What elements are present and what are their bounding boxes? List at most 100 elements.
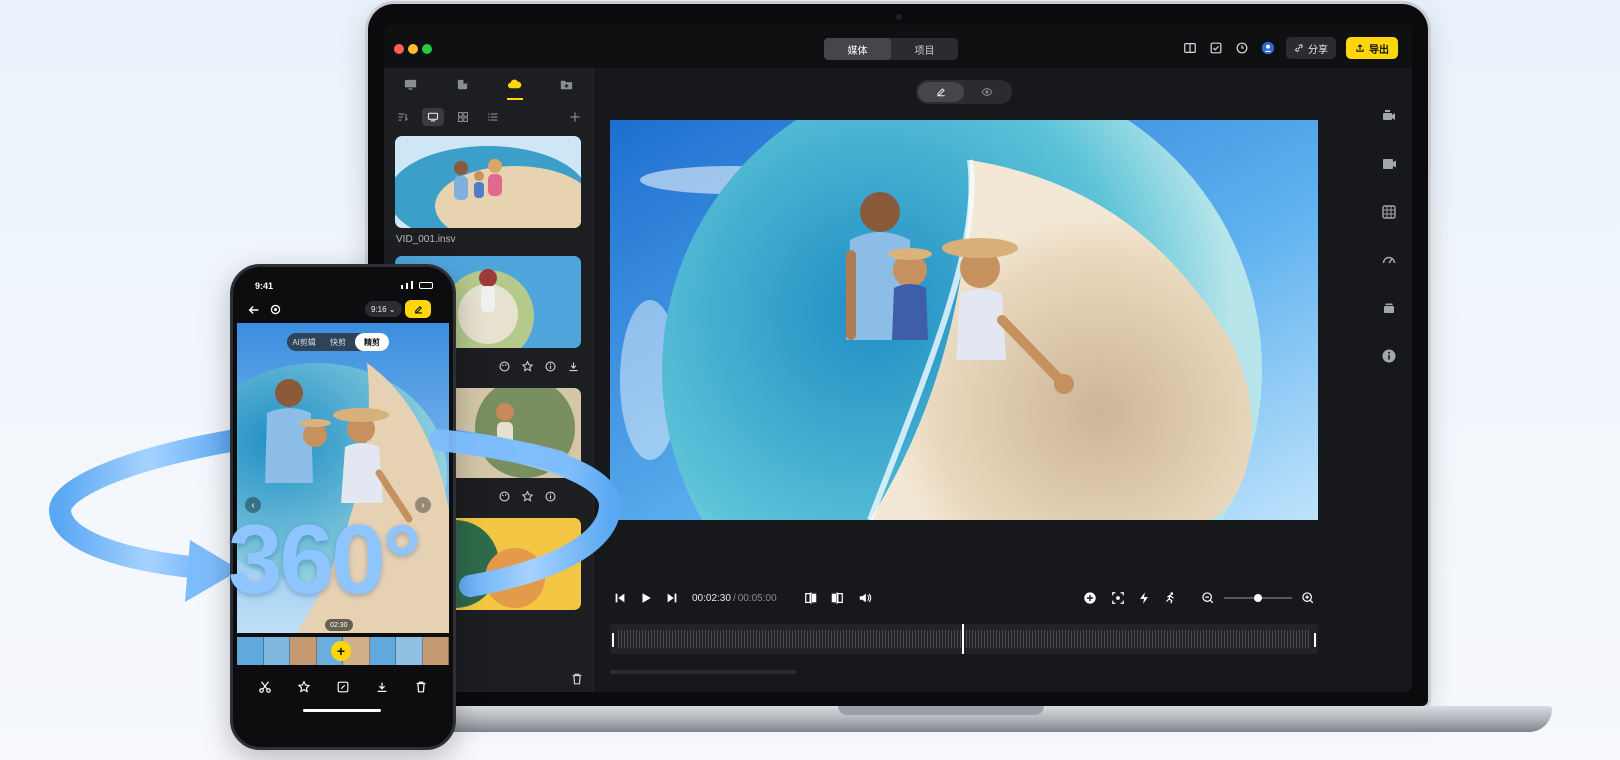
- phone-add-button[interactable]: +: [331, 641, 351, 661]
- star-icon[interactable]: [521, 360, 534, 373]
- waveform-bar: [1299, 630, 1300, 648]
- mode-ai-edit[interactable]: AI剪辑: [287, 333, 321, 351]
- aspect-ratio-select[interactable]: 9:16 ⌄: [365, 301, 402, 317]
- list-view-icon: [488, 113, 498, 121]
- edit-icon[interactable]: [336, 680, 350, 694]
- grid-view-button[interactable]: [452, 108, 474, 126]
- download-icon[interactable]: [567, 360, 580, 373]
- waveform-bar: [708, 630, 709, 648]
- waveform-bar: [1149, 630, 1150, 648]
- waveform-bar: [867, 630, 868, 648]
- playhead[interactable]: [962, 624, 964, 654]
- avatar-icon[interactable]: [1260, 40, 1276, 56]
- skip-back-button[interactable]: [610, 588, 630, 608]
- trash-icon[interactable]: [570, 672, 584, 686]
- split-left-button[interactable]: [801, 588, 821, 608]
- camera-dot: [896, 14, 902, 20]
- waveform-bar: [1086, 630, 1087, 648]
- waveform-bar: [966, 630, 967, 648]
- add-clip-button[interactable]: [1080, 588, 1100, 608]
- skip-forward-button[interactable]: [662, 588, 682, 608]
- zoom-in-button[interactable]: [1298, 588, 1318, 608]
- note-icon[interactable]: [1208, 40, 1224, 56]
- zoom-out-button[interactable]: [1198, 588, 1218, 608]
- waveform-bar: [1281, 630, 1282, 648]
- info-icon[interactable]: [1381, 348, 1397, 364]
- phone-edit-button[interactable]: [405, 300, 431, 318]
- waveform-bar: [1083, 630, 1084, 648]
- flash-button[interactable]: [1134, 588, 1154, 608]
- palette-icon[interactable]: [498, 490, 511, 503]
- trash-icon[interactable]: [414, 680, 428, 694]
- minimize-window-button[interactable]: [408, 44, 418, 54]
- split-right-button[interactable]: [827, 588, 847, 608]
- horizontal-scrollbar[interactable]: [610, 670, 796, 674]
- cloud-tab[interactable]: [489, 68, 541, 100]
- waveform-bar: [1014, 630, 1015, 648]
- settings-icon[interactable]: [269, 303, 282, 316]
- info-icon[interactable]: [544, 360, 557, 373]
- zoom-slider[interactable]: [1224, 594, 1292, 602]
- volume-button[interactable]: [855, 588, 875, 608]
- add-media-button[interactable]: [564, 108, 586, 126]
- motion-button[interactable]: [1160, 588, 1180, 608]
- volume-icon: [859, 593, 871, 603]
- clip-icon[interactable]: [1381, 156, 1397, 172]
- edit-mode-button[interactable]: [918, 82, 964, 102]
- zoom-window-button[interactable]: [422, 44, 432, 54]
- camera-icon[interactable]: [1381, 108, 1397, 124]
- file-tab[interactable]: [436, 68, 488, 100]
- waveform-bar: [1239, 630, 1240, 648]
- frame-thumbnail: [396, 637, 423, 665]
- speed-icon[interactable]: [1381, 252, 1397, 268]
- waveform-bar: [1158, 630, 1159, 648]
- waveform-bar: [1098, 630, 1099, 648]
- stack-icon[interactable]: [1381, 300, 1397, 316]
- tab-project[interactable]: 项目: [891, 38, 958, 60]
- waveform-bar: [843, 630, 844, 648]
- waveform-bar: [1188, 630, 1189, 648]
- star-icon[interactable]: [521, 490, 534, 503]
- waveform-bar: [1287, 630, 1288, 648]
- video-preview[interactable]: [610, 120, 1318, 520]
- zoom-slider-knob[interactable]: [1254, 594, 1262, 602]
- frame-thumbnail: [369, 637, 396, 665]
- waveform-bar: [774, 630, 775, 648]
- media-thumbnail[interactable]: [395, 136, 581, 228]
- grid-icon[interactable]: [1381, 204, 1397, 220]
- preview-mode-button[interactable]: [964, 82, 1010, 102]
- back-arrow-icon[interactable]: [247, 303, 261, 317]
- waveform-bar: [642, 630, 643, 648]
- star-icon[interactable]: [297, 680, 311, 694]
- sort-button[interactable]: [392, 108, 414, 126]
- close-window-button[interactable]: [394, 44, 404, 54]
- monitor-tab[interactable]: [384, 68, 436, 100]
- timer-icon[interactable]: [1234, 40, 1250, 56]
- waveform-bar: [822, 630, 823, 648]
- waveform-bar: [672, 630, 673, 648]
- list-view-button[interactable]: [482, 108, 504, 126]
- folder-add-tab[interactable]: [541, 68, 593, 100]
- palette-icon[interactable]: [498, 360, 511, 373]
- waveform-bar: [1215, 630, 1216, 648]
- focus-button[interactable]: [1108, 588, 1128, 608]
- mode-quick-edit[interactable]: 快剪: [321, 333, 355, 351]
- info-icon[interactable]: [544, 490, 557, 503]
- waveform-bar: [885, 630, 886, 648]
- frame-thumbnail: [237, 637, 264, 665]
- play-button[interactable]: [636, 588, 656, 608]
- waveform-bar: [915, 630, 916, 648]
- download-icon[interactable]: [375, 680, 389, 694]
- cut-icon[interactable]: [258, 680, 272, 694]
- waveform-bar: [1044, 630, 1045, 648]
- timeline[interactable]: [610, 624, 1318, 654]
- waveform-bar: [765, 630, 766, 648]
- share-button[interactable]: 分享: [1286, 37, 1336, 59]
- book-icon[interactable]: [1182, 40, 1198, 56]
- status-time: 9:41: [255, 281, 274, 291]
- mode-fine-edit[interactable]: 精剪: [355, 333, 389, 351]
- tab-media[interactable]: 媒体: [824, 38, 891, 60]
- screen-view-button[interactable]: [422, 108, 444, 126]
- export-button[interactable]: 导出: [1346, 37, 1398, 59]
- waveform-bar: [669, 630, 670, 648]
